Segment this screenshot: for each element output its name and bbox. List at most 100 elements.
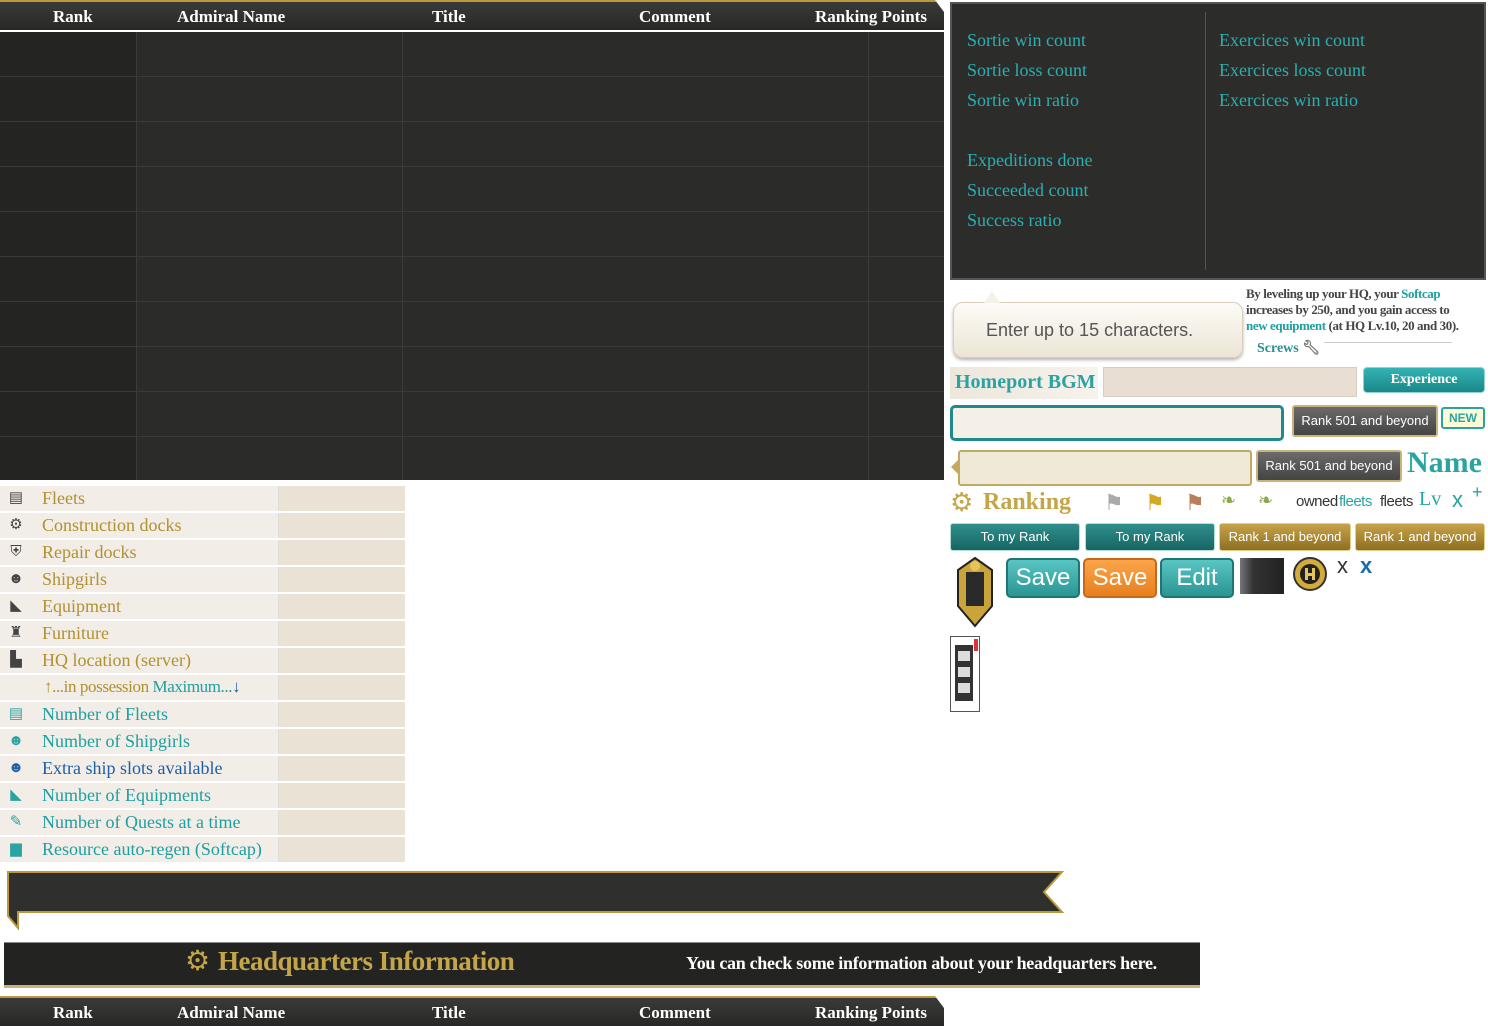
hq-row-label: Number of Fleets — [42, 704, 168, 724]
hq-value-box — [278, 513, 405, 538]
rank-1-button-alt[interactable]: Rank 1 and beyond — [1355, 523, 1485, 551]
hq-row-hq-location: ▙ HQ location (server) — [0, 648, 405, 675]
hq-value-box — [278, 783, 405, 808]
new-equipment-keyword: new equipment — [1246, 318, 1326, 333]
comment-bubble-field[interactable] — [958, 450, 1252, 486]
repair-shield-icon: ⛨ — [10, 544, 22, 560]
hq-value-box — [278, 837, 405, 862]
maximum-label: Maximum... — [152, 677, 233, 696]
table-row[interactable] — [0, 301, 944, 302]
name-label: Name — [1407, 446, 1482, 479]
table-row[interactable] — [0, 76, 944, 77]
table-row[interactable] — [0, 211, 944, 212]
softcap-info-text: By leveling up your HQ, your Softcap inc… — [1246, 286, 1486, 334]
hq-info-subtitle: You can check some information about you… — [686, 953, 1157, 973]
vertical-stamp-icon — [950, 636, 980, 712]
table-row[interactable] — [0, 121, 944, 122]
sortie-loss-count-label: Sortie loss count — [967, 60, 1087, 80]
hq-row-label: Number of Equipments — [42, 785, 211, 805]
hq-value-box — [278, 594, 405, 619]
screw-icon: 🔧︎ — [1302, 341, 1321, 356]
screws-label: Screws 🔧︎ — [1257, 340, 1320, 357]
name-input-field[interactable] — [950, 405, 1284, 441]
table-row[interactable] — [0, 256, 944, 257]
comment-column-header: Comment — [639, 7, 711, 26]
dark-swatch — [1240, 558, 1284, 594]
expeditions-done-label: Expeditions done — [967, 150, 1093, 170]
hq-row-label: Repair docks — [42, 542, 137, 562]
homeport-bgm-field[interactable] — [1103, 367, 1357, 397]
hq-value-box — [278, 810, 405, 835]
exercises-win-count-label: Exercices win count — [1219, 30, 1365, 50]
fleet-icon: ▤ — [8, 706, 24, 722]
hq-row-resource-regen: ▆ Resource auto-regen (Softcap) — [0, 837, 405, 864]
save-button-teal[interactable]: Save — [1006, 558, 1080, 598]
hq-row-shipgirls: ☻ Shipgirls — [0, 567, 405, 594]
factory-icon: ▙ — [10, 652, 22, 668]
sortie-win-count-label: Sortie win count — [967, 30, 1086, 50]
white-flag-icon: ⚑ — [1104, 490, 1124, 515]
stats-divider — [1205, 12, 1206, 270]
screws-text: Screws — [1257, 341, 1299, 356]
info-line3: (at HQ Lv.10, 20 and 30). — [1325, 318, 1460, 333]
shipgirl-icon: ☻ — [8, 733, 24, 749]
possession-text: ↑...in possession Maximum...↓ — [44, 677, 241, 697]
table-row[interactable] — [0, 346, 944, 347]
hq-value-box — [278, 729, 405, 754]
hq-value-box — [278, 702, 405, 727]
owned-label: owned — [1296, 493, 1338, 510]
shipgirl-icon: ☻ — [8, 760, 24, 776]
hq-row-label: Shipgirls — [42, 569, 108, 589]
hq-row-label: Equipment — [42, 596, 121, 616]
comment-bubble-pointer — [951, 458, 960, 476]
save-button-orange[interactable]: Save — [1083, 558, 1157, 598]
bubble-tail — [984, 291, 1000, 303]
gear-icon: ⚙ — [9, 517, 23, 533]
hq-row-number-of-quests: ✎ Number of Quests at a time — [0, 810, 405, 837]
table-row[interactable] — [0, 436, 944, 437]
ranking-table-header: Rank Admiral Name Title Comment Ranking … — [0, 0, 944, 30]
equipment-icon: ◣ — [10, 598, 22, 614]
new-badge: NEW — [1441, 407, 1485, 429]
hq-row-number-of-shipgirls: ☻ Number of Shipgirls — [0, 729, 405, 756]
hq-value-box — [278, 567, 405, 592]
comment-speech-bubble[interactable]: Enter up to 15 characters. — [953, 291, 1243, 358]
rank-501-button-alt[interactable]: Rank 501 and beyond — [1256, 450, 1402, 482]
gold-flag-icon: ⚑ — [1145, 490, 1165, 515]
plus-label: + — [1472, 482, 1483, 502]
hq-badge-icon — [1292, 557, 1328, 591]
rank-column-header: Rank — [53, 1003, 93, 1022]
ranking-table — [0, 32, 944, 480]
edit-button[interactable]: Edit — [1160, 558, 1234, 598]
admiral-name-column-header: Admiral Name — [177, 7, 286, 26]
hq-row-label: Furniture — [42, 623, 109, 643]
close-x-dark[interactable]: x — [1337, 553, 1348, 579]
experience-button[interactable]: Experience — [1363, 367, 1485, 393]
hq-row-number-of-fleets: ▤ Number of Fleets — [0, 702, 405, 729]
leaf-icon-2: ❧ — [1258, 490, 1274, 510]
hq-info-title: Headquarters Information — [218, 946, 515, 976]
fleets-grey-label: fleets — [1380, 493, 1413, 510]
in-possession-label: ...in possession — [52, 677, 149, 696]
to-my-rank-button-alt[interactable]: To my Rank — [1085, 523, 1215, 551]
dark-ribbon-banner — [4, 870, 1065, 931]
hq-row-label: Extra ship slots available — [42, 758, 223, 778]
to-my-rank-button[interactable]: To my Rank — [950, 523, 1080, 551]
hq-row-label: HQ location (server) — [42, 650, 191, 670]
hq-row-label: Fleets — [42, 488, 85, 508]
table-row[interactable] — [0, 391, 944, 392]
rank-medal-icon — [952, 556, 998, 628]
rank-1-button[interactable]: Rank 1 and beyond — [1219, 523, 1351, 551]
quill-icon: ✎ — [9, 814, 23, 830]
hq-row-extra-ship-slots: ☻ Extra ship slots available — [0, 756, 405, 783]
rank-501-button[interactable]: Rank 501 and beyond — [1292, 405, 1438, 437]
hq-value-box — [278, 648, 405, 673]
hq-row-label: Number of Quests at a time — [42, 812, 241, 832]
table-row[interactable] — [0, 166, 944, 167]
close-x-blue[interactable]: x — [1360, 553, 1372, 579]
info-line1: By leveling up your HQ, your — [1246, 286, 1402, 301]
exercises-win-ratio-label: Exercices win ratio — [1219, 90, 1358, 110]
ranking-table-header-bottom: Rank Admiral Name Title Comment Ranking … — [0, 996, 944, 1026]
comment-column-header: Comment — [639, 1003, 711, 1022]
hq-row-equipment: ◣ Equipment — [0, 594, 405, 621]
